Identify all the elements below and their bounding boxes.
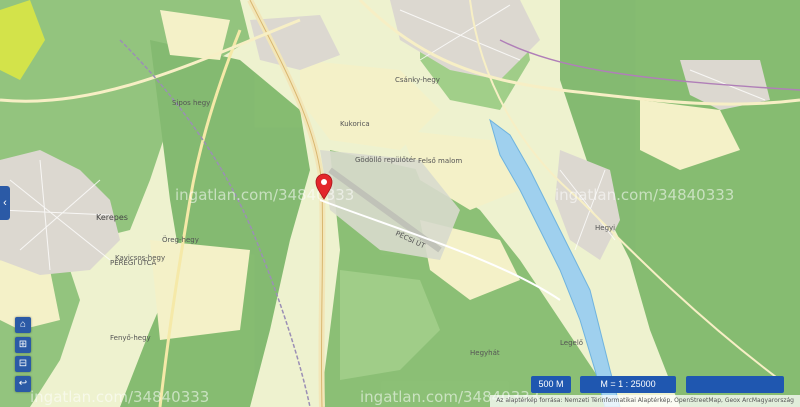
scale-ratio: M = 1 : 25000 bbox=[580, 376, 676, 393]
home-button[interactable]: ⌂ bbox=[15, 317, 31, 333]
label-hegyhat: Hegyhát bbox=[470, 349, 500, 357]
zoom-out-icon: ⊟ bbox=[18, 358, 28, 369]
home-icon: ⌂ bbox=[19, 319, 27, 330]
label-legelo: Legelő bbox=[560, 338, 583, 347]
zoom-out-button[interactable]: ⊟ bbox=[15, 356, 31, 372]
label-felso-malom: Felső malom bbox=[418, 156, 462, 165]
chevron-left-icon: ‹ bbox=[3, 197, 7, 209]
label-fenyo-hegy: Fenyő-hegy bbox=[110, 333, 151, 342]
watermark: ingatlan.com/34840333 bbox=[555, 186, 734, 204]
watermark: ingatlan.com/34840333 bbox=[30, 388, 209, 406]
side-panel-toggle[interactable]: ‹ bbox=[0, 186, 10, 220]
label-godollo-airport: Gödöllő repülőtér bbox=[355, 155, 416, 164]
label-ore-hegy: Öreg-hegy bbox=[162, 235, 199, 244]
label-kukorica: Kukorica bbox=[340, 120, 370, 128]
zoom-in-button[interactable]: ⊞ bbox=[15, 337, 31, 353]
label-kerepes: Kerepes bbox=[96, 213, 128, 222]
map-canvas[interactable]: Kerepes Gödöllő repülőtér Felső malom Ör… bbox=[0, 0, 800, 407]
label-sipos-hegy: Sipos hegy bbox=[172, 99, 210, 107]
zoom-in-icon: ⊞ bbox=[18, 339, 28, 350]
label-hegyi: Hegyi bbox=[595, 224, 615, 232]
label-kavicsos: Kavicsos-hegy bbox=[115, 254, 165, 262]
label-csanky-hegy: Csánky-hegy bbox=[395, 76, 440, 84]
back-icon: ↩ bbox=[18, 378, 28, 389]
map-attribution: Az alaptérkép forrása: Nemzeti Térinform… bbox=[490, 395, 800, 407]
back-button[interactable]: ↩ bbox=[15, 376, 31, 392]
scale-distance: 500 M bbox=[531, 376, 571, 393]
scale-extra-bar bbox=[686, 376, 784, 393]
